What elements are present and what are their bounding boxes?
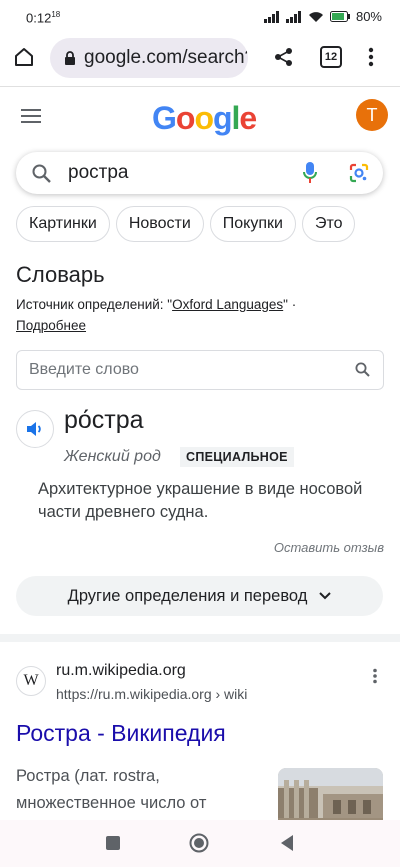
usage-badge: СПЕЦИАЛЬНОЕ <box>180 447 294 467</box>
dictionary-source: Источник определений: "Oxford Languages"… <box>16 297 297 333</box>
logo-letter: o <box>194 100 214 136</box>
wikipedia-favicon[interactable]: W <box>16 666 46 696</box>
more-details-link[interactable]: Подробнее <box>16 318 86 333</box>
microphone-icon[interactable] <box>303 162 317 184</box>
oxford-languages-link[interactable]: Oxford Languages <box>172 297 283 312</box>
address-url: google.com/search?q <box>84 47 248 68</box>
back-button[interactable] <box>279 834 295 852</box>
logo-letter: g <box>212 100 233 136</box>
chip-shopping[interactable]: Покупки <box>209 206 296 242</box>
search-icon <box>32 164 51 183</box>
filter-chips: Картинки Новости Покупки Это <box>16 206 356 242</box>
logo-letter: e <box>239 100 257 136</box>
address-bar[interactable]: google.com/search?q <box>50 38 248 78</box>
status-icons: 80% <box>263 9 382 24</box>
menu-kebab-icon[interactable] <box>368 47 374 67</box>
result-thumbnail[interactable] <box>278 768 383 828</box>
more-definitions-button[interactable]: Другие определения и перевод <box>16 576 383 616</box>
result-options-icon[interactable] <box>372 668 378 684</box>
result-site-name[interactable]: ru.m.wikipedia.org <box>56 662 186 680</box>
battery-percent: 80% <box>355 9 382 24</box>
status-bar: 0:1218 80% <box>0 0 400 34</box>
logo-letter: o <box>175 100 196 136</box>
hamburger-menu-icon[interactable] <box>21 108 41 124</box>
lock-icon[interactable] <box>64 50 76 66</box>
recent-apps-button[interactable] <box>105 835 121 851</box>
chevron-down-icon <box>319 592 332 600</box>
definition-text: Архитектурное украшение в виде носовой ч… <box>38 480 363 521</box>
word-gender: Женский род <box>64 448 161 465</box>
chip-news[interactable]: Новости <box>115 206 204 242</box>
status-time: 0:1218 <box>26 10 61 26</box>
result-snippet: Ростра (лат. rostra, множественное число… <box>16 767 207 812</box>
google-logo[interactable]: Google <box>152 100 257 137</box>
more-definitions-label: Другие определения и перевод <box>67 586 308 605</box>
google-lens-icon[interactable] <box>349 163 369 183</box>
result-title-link[interactable]: Ростра - Википедия <box>16 720 226 747</box>
chip-this[interactable]: Это <box>301 206 356 242</box>
battery-icon <box>329 11 350 22</box>
search-bar[interactable]: ростра <box>16 152 383 194</box>
signal-icon <box>263 10 279 23</box>
chip-images[interactable]: Картинки <box>16 206 110 242</box>
headword: ро́стра <box>64 406 144 434</box>
ruins-image <box>278 768 383 828</box>
wifi-icon <box>308 11 323 22</box>
pronunciation-button[interactable] <box>16 410 54 448</box>
share-icon[interactable] <box>274 47 294 67</box>
section-divider <box>0 634 400 642</box>
result-url[interactable]: https://ru.m.wikipedia.org › wiki <box>56 686 247 702</box>
word-input[interactable]: Введите слово <box>16 350 384 390</box>
search-icon[interactable] <box>355 362 370 377</box>
logo-letter: G <box>152 100 177 136</box>
toolbar-divider <box>0 86 400 87</box>
home-button[interactable] <box>189 833 209 853</box>
word-input-placeholder: Введите слово <box>29 361 139 378</box>
signal-icon-2 <box>285 10 301 23</box>
system-nav-bar <box>0 820 400 867</box>
browser-toolbar: google.com/search?q 12 <box>0 34 400 84</box>
avatar[interactable]: T <box>356 99 388 131</box>
speaker-icon <box>27 422 41 436</box>
feedback-link[interactable]: Оставить отзыв <box>274 540 384 555</box>
home-icon[interactable] <box>13 46 35 68</box>
search-query[interactable]: ростра <box>68 162 128 184</box>
tab-switcher-button[interactable]: 12 <box>320 46 342 68</box>
dictionary-title: Словарь <box>16 262 105 287</box>
